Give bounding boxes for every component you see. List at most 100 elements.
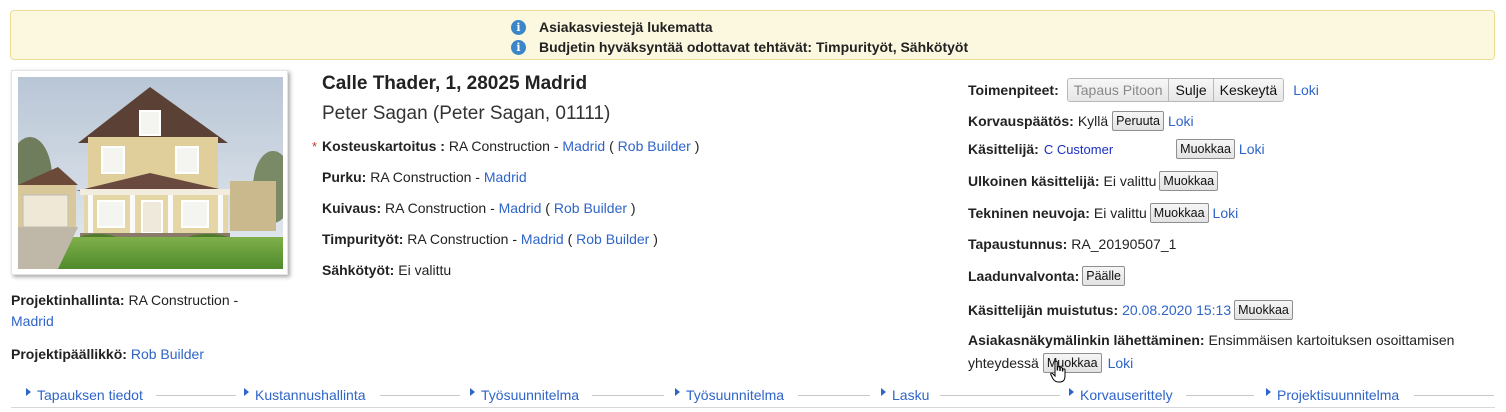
project-management-company: RA Construction -	[128, 292, 239, 308]
triangle-right-icon	[26, 388, 31, 396]
nav-work-plan-2[interactable]: Työsuunnitelma	[675, 384, 784, 406]
project-management-label: Projektinhallinta:	[11, 292, 125, 308]
nav-label[interactable]: Työsuunnitelma	[686, 387, 784, 403]
suspend-case-button[interactable]: Keskeytä	[1213, 79, 1284, 101]
actions-log-link[interactable]: Loki	[1293, 82, 1319, 98]
project-management-city-link[interactable]: Madrid	[11, 313, 54, 329]
trade-label: Sähkötyöt:	[322, 262, 395, 278]
case-id-label: Tapaustunnus:	[968, 236, 1068, 252]
trade-label: Kuivaus:	[322, 200, 382, 216]
customer-link-log-link[interactable]: Loki	[1108, 355, 1134, 371]
actions-row: Toimenpiteet: Tapaus Pitoon Sulje Keskey…	[968, 78, 1319, 102]
edit-reminder-button[interactable]: Muokkaa	[1234, 300, 1293, 320]
compensation-decision-row: Korvauspäätös: Kyllä Peruuta Loki	[968, 111, 1194, 131]
quality-control-toggle-button[interactable]: Päälle	[1082, 266, 1125, 286]
compensation-decision-value: Kyllä	[1077, 113, 1109, 129]
nav-compensation-breakdown[interactable]: Korvauserittely	[1069, 384, 1173, 406]
project-management-info: Projektinhallinta: RA Construction - Mad…	[11, 290, 301, 365]
nav-divider	[1414, 395, 1494, 396]
trade-person-link[interactable]: Rob Builder	[618, 138, 691, 154]
trade-city-link[interactable]: Madrid	[521, 231, 564, 247]
edit-external-handler-button[interactable]: Muokkaa	[1159, 171, 1219, 191]
required-marker: *	[312, 139, 318, 154]
close-case-button[interactable]: Sulje	[1169, 79, 1214, 101]
project-lead-link[interactable]: Rob Builder	[131, 346, 204, 362]
customer-link-value-cont: yhteydessä	[968, 355, 1039, 371]
trade-city-link[interactable]: Madrid	[484, 169, 527, 185]
edit-handler-button[interactable]: Muokkaa	[1176, 139, 1235, 159]
quality-control-row: Laadunvalvonta: Päälle	[968, 266, 1125, 286]
nav-divider	[940, 395, 1060, 396]
trade-city-link[interactable]: Madrid	[499, 200, 542, 216]
handler-link[interactable]: C Customer	[1044, 142, 1113, 157]
case-section-nav: Tapauksen tiedot Kustannushallinta Työsu…	[0, 384, 1506, 406]
edit-technical-advisor-button[interactable]: Muokkaa	[1149, 203, 1209, 223]
info-icon: i	[511, 39, 526, 55]
nav-label[interactable]: Projektisuunnitelma	[1277, 387, 1399, 403]
nav-divider	[592, 395, 664, 396]
nav-label[interactable]: Kustannushallinta	[255, 387, 366, 403]
notice-text: Asiakasviestejä lukematta	[539, 19, 713, 35]
trade-company: RA Construction -	[385, 200, 499, 216]
notice-text: Budjetin hyväksyntää odottavat tehtävät:…	[539, 39, 969, 55]
technical-advisor-row: Tekninen neuvoja: Ei valittu Muokkaa Lok…	[968, 203, 1238, 223]
technical-advisor-label: Tekninen neuvoja:	[968, 205, 1090, 221]
trade-row-kosteuskartoitus: * Kosteuskartoitus : RA Construction - M…	[310, 136, 699, 167]
triangle-right-icon	[1069, 388, 1074, 396]
nav-case-details[interactable]: Tapauksen tiedot	[26, 384, 143, 406]
handler-row: Käsittelijä: C Customer Muokkaa Loki	[968, 139, 1265, 159]
house-photo-image	[18, 77, 283, 269]
nav-divider	[156, 395, 236, 396]
nav-invoice[interactable]: Lasku	[881, 384, 929, 406]
nav-cost-management[interactable]: Kustannushallinta	[244, 384, 366, 406]
external-handler-value: Ei valittu	[1103, 173, 1157, 189]
property-owner: Peter Sagan (Peter Sagan, 01111)	[322, 103, 611, 124]
project-management-row: Projektinhallinta: RA Construction - Mad…	[11, 290, 301, 332]
technical-advisor-value: Ei valittu	[1093, 205, 1147, 221]
nav-label[interactable]: Lasku	[892, 387, 929, 403]
compensation-log-link[interactable]: Loki	[1168, 113, 1194, 129]
hand-pointer-icon	[1050, 360, 1066, 383]
external-handler-row: Ulkoinen käsittelijä: Ei valittu Muokkaa	[968, 171, 1219, 191]
trade-row-sahkotyot: Sähkötyöt: Ei valittu	[310, 260, 699, 291]
bottom-divider	[11, 407, 1495, 408]
info-icon: i	[511, 19, 526, 35]
triangle-right-icon	[1266, 388, 1271, 396]
trade-company: RA Construction -	[448, 138, 563, 154]
notice-banner: i Asiakasviestejä lukematta i Budjetin h…	[10, 10, 1495, 60]
handler-reminder-label: Käsittelijän muistutus:	[968, 302, 1119, 318]
notice-unread-messages: i Asiakasviestejä lukematta	[511, 17, 713, 37]
trade-row-timpurityot: Timpurityöt: RA Construction - Madrid ( …	[310, 229, 699, 260]
customer-link-label: Asiakasnäkymälinkin lähettäminen:	[968, 332, 1205, 348]
trade-open-paren: (	[541, 200, 554, 216]
technical-advisor-log-link[interactable]: Loki	[1213, 205, 1239, 221]
handler-reminder-date-link[interactable]: 20.08.2020 15:13	[1122, 302, 1231, 318]
nav-label[interactable]: Tapauksen tiedot	[37, 387, 143, 403]
nav-label[interactable]: Korvauserittely	[1080, 387, 1173, 403]
nav-divider	[798, 395, 870, 396]
project-lead-row: Projektipäällikkö: Rob Builder	[11, 344, 301, 365]
trade-close-paren: )	[690, 138, 700, 154]
nav-project-plan[interactable]: Projektisuunnitelma	[1266, 384, 1399, 406]
property-photo	[11, 70, 288, 275]
nav-label[interactable]: Työsuunnitelma	[481, 387, 579, 403]
case-id-value: RA_20190507_1	[1071, 236, 1177, 252]
actions-label: Toimenpiteet:	[968, 82, 1059, 98]
handler-reminder-row: Käsittelijän muistutus: 20.08.2020 15:13…	[968, 300, 1293, 320]
cancel-decision-button[interactable]: Peruuta	[1112, 111, 1164, 131]
trade-city-link[interactable]: Madrid	[562, 138, 605, 154]
triangle-right-icon	[470, 388, 475, 396]
trade-company: RA Construction -	[370, 169, 484, 185]
triangle-right-icon	[244, 388, 249, 396]
handler-log-link[interactable]: Loki	[1239, 141, 1265, 157]
trade-company: Ei valittu	[398, 262, 452, 278]
put-on-hold-button[interactable]: Tapaus Pitoon	[1067, 79, 1170, 101]
trade-person-link[interactable]: Rob Builder	[554, 200, 627, 216]
trade-person-link[interactable]: Rob Builder	[576, 231, 649, 247]
trade-close-paren: )	[649, 231, 658, 247]
customer-link-row: Asiakasnäkymälinkin lähettäminen: Ensimm…	[968, 332, 1454, 348]
external-handler-label: Ulkoinen käsittelijä:	[968, 173, 1100, 189]
nav-divider	[1186, 395, 1254, 396]
trade-label: Timpurityöt:	[322, 231, 404, 247]
nav-work-plan-1[interactable]: Työsuunnitelma	[470, 384, 579, 406]
